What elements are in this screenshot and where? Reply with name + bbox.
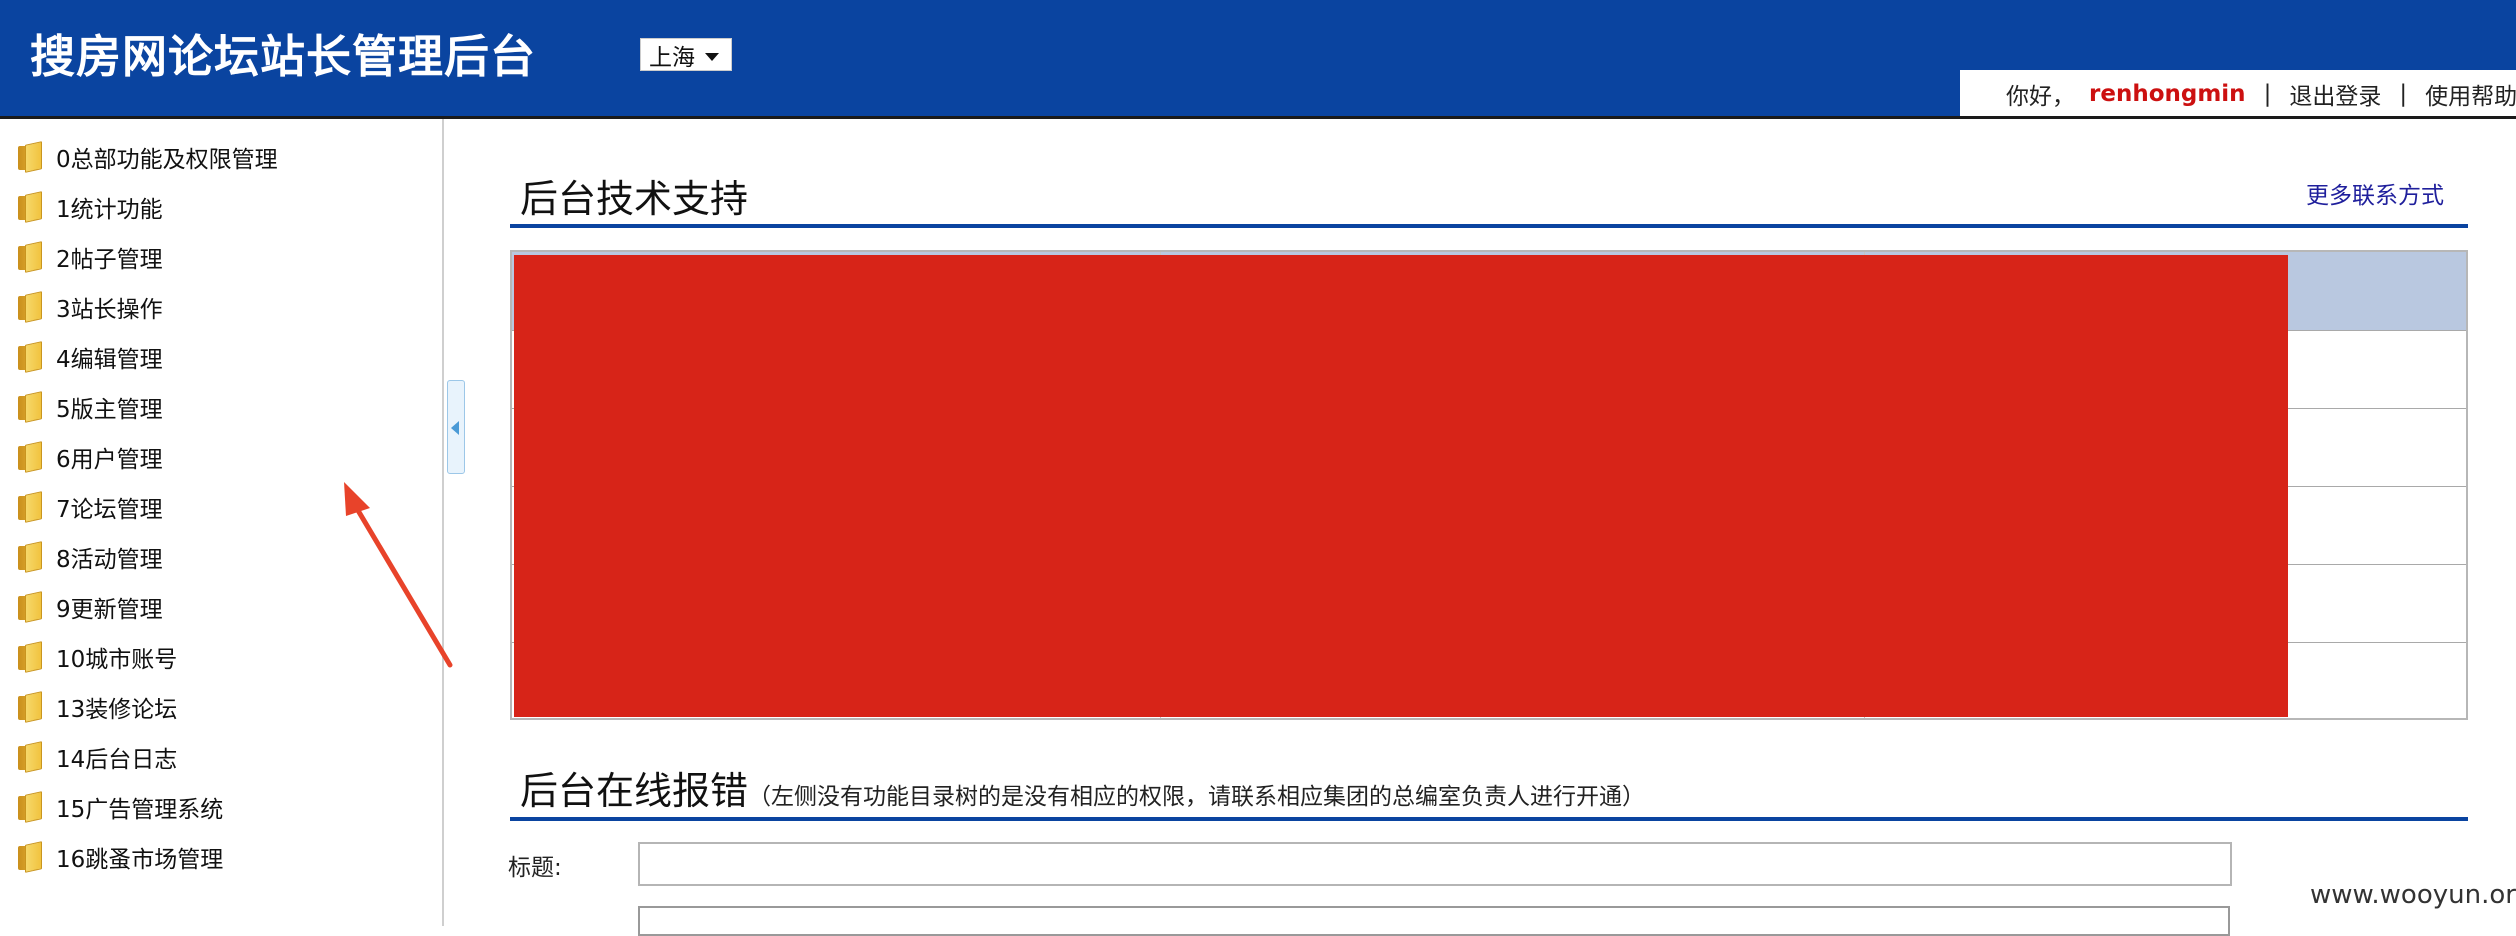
sidebar-item-3[interactable]: 3站长操作 [18, 290, 163, 324]
sidebar-item-7[interactable]: 7论坛管理 [18, 490, 163, 524]
sidebar-item-8[interactable]: 8活动管理 [18, 540, 163, 574]
report-title-input[interactable] [638, 842, 2232, 886]
folder-icon [18, 391, 44, 423]
sidebar-item-label: 16跳蚤市场管理 [56, 847, 224, 873]
username: renhongmin [2089, 80, 2246, 107]
sidebar-item-4[interactable]: 4编辑管理 [18, 340, 163, 374]
annotation-arrow [344, 482, 453, 668]
redaction-block [514, 255, 2288, 717]
folder-icon [18, 241, 44, 273]
sidebar-item-11[interactable]: 13装修论坛 [18, 690, 177, 724]
title-field-label: 标题: [508, 855, 562, 881]
report-content-input[interactable] [638, 906, 2230, 936]
support-section-title: 后台技术支持 [520, 177, 749, 221]
user-bar: 你好， renhongmin | 退出登录 | 使用帮助 [1960, 70, 2516, 117]
sidebar-item-label: 6用户管理 [56, 447, 163, 473]
header-bar: 搜房网论坛站长管理后台 上海 你好， renhongmin | 退出登录 | 使… [0, 0, 2516, 117]
chevron-left-icon [451, 421, 459, 435]
sidebar-item-label: 4编辑管理 [56, 347, 163, 373]
sidebar-item-5[interactable]: 5版主管理 [18, 390, 163, 424]
sidebar-item-2[interactable]: 2帖子管理 [18, 240, 163, 274]
city-select-value: 上海 [649, 44, 695, 71]
separator: | [2399, 80, 2408, 107]
folder-icon [18, 791, 44, 823]
folder-icon [18, 741, 44, 773]
report-section-heading: 后台在线报错（左侧没有功能目录树的是没有相应的权限，请联系相应集团的总编室负责人… [520, 760, 1645, 815]
folder-icon [18, 141, 44, 173]
folder-icon [18, 541, 44, 573]
sidebar-item-label: 1统计功能 [56, 197, 163, 223]
sidebar-item-label: 3站长操作 [56, 297, 163, 323]
sidebar-item-13[interactable]: 15广告管理系统 [18, 790, 223, 824]
sidebar-item-label: 7论坛管理 [56, 497, 163, 523]
sidebar-item-label: 14后台日志 [56, 747, 178, 773]
report-title-rule [510, 817, 2468, 821]
folder-icon [18, 341, 44, 373]
city-select[interactable]: 上海 [640, 38, 732, 71]
app-title: 搜房网论坛站长管理后台 [30, 30, 537, 83]
folder-icon [18, 441, 44, 473]
more-contact-link[interactable]: 更多联系方式 [2306, 176, 2444, 210]
sidebar-item-9[interactable]: 9更新管理 [18, 590, 163, 624]
support-title-rule [510, 224, 2468, 228]
sidebar-item-label: 2帖子管理 [56, 247, 163, 273]
sidebar-item-label: 8活动管理 [56, 547, 163, 573]
folder-icon [18, 291, 44, 323]
sidebar-item-label: 10城市账号 [56, 647, 178, 673]
greeting-text: 你好， [2006, 83, 2075, 110]
chevron-down-icon [705, 53, 719, 61]
folder-icon [18, 841, 44, 873]
sidebar-item-label: 13装修论坛 [56, 697, 178, 723]
separator: | [2263, 80, 2272, 107]
folder-icon [18, 641, 44, 673]
sidebar-item-label: 15广告管理系统 [56, 797, 224, 823]
folder-icon [18, 591, 44, 623]
sidebar-item-12[interactable]: 14后台日志 [18, 740, 177, 774]
report-permission-note: （左侧没有功能目录树的是没有相应的权限，请联系相应集团的总编室负责人进行开通） [748, 784, 1646, 810]
sidebar-item-label: 9更新管理 [56, 597, 163, 623]
report-section-title: 后台在线报错 [520, 769, 749, 813]
help-link[interactable]: 使用帮助 [2425, 77, 2516, 111]
sidebar-item-1[interactable]: 1统计功能 [18, 190, 163, 224]
sidebar-item-label: 0总部功能及权限管理 [56, 147, 278, 173]
folder-icon [18, 691, 44, 723]
sidebar-item-label: 5版主管理 [56, 397, 163, 423]
sidebar-item-6[interactable]: 6用户管理 [18, 440, 163, 474]
sidebar-item-0[interactable]: 0总部功能及权限管理 [18, 140, 278, 174]
logout-link[interactable]: 退出登录 [2289, 77, 2381, 111]
sidebar-collapse-toggle[interactable] [447, 380, 465, 474]
sidebar-item-10[interactable]: 10城市账号 [18, 640, 177, 674]
folder-icon [18, 491, 44, 523]
watermark: www.wooyun.org [2310, 880, 2516, 910]
sidebar-item-14[interactable]: 16跳蚤市场管理 [18, 840, 223, 874]
folder-icon [18, 191, 44, 223]
